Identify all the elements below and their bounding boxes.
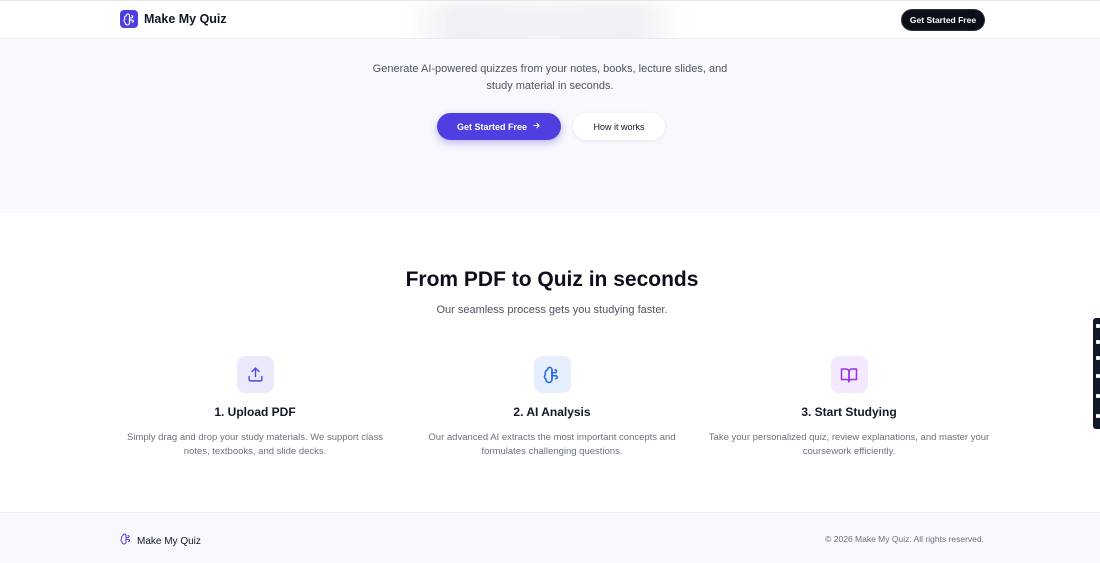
toolbar-icon[interactable] [1096,374,1100,378]
hero-get-started-button[interactable]: Get Started Free [437,113,561,140]
book-open-icon [830,356,868,393]
brain-logo-icon [120,10,138,28]
toolbar-icon[interactable] [1096,324,1100,328]
hero-subtitle: Generate AI-powered quizzes from your no… [372,63,728,92]
step-ai-analysis: 2. AI Analysis Our advanced AI extracts … [407,356,697,459]
step-description: Take your personalized quiz, review expl… [708,432,990,457]
top-navbar: Make My Quiz Get Started Free [0,0,1100,52]
brain-logo-icon [120,532,132,550]
toolbar-icon[interactable] [1096,340,1100,344]
step-start-studying: 3. Start Studying Take your personalized… [704,356,994,459]
copyright-text: © 2026 Make My Quiz. All rights reserved… [825,534,984,544]
step-upload: 1. Upload PDF Simply drag and drop your … [110,356,400,459]
brain-icon [533,356,571,393]
step-title: 1. Upload PDF [214,405,296,419]
floating-toolbar[interactable] [1093,318,1100,429]
footer-brand-link[interactable]: Make My Quiz [120,532,201,550]
toolbar-icon[interactable] [1096,356,1100,360]
hero-section: Generate AI-powered quizzes from your no… [0,39,1100,213]
brand-link[interactable]: Make My Quiz [120,10,227,28]
brand-name: Make My Quiz [144,12,227,26]
footer-brand-name: Make My Quiz [137,535,201,547]
upload-icon [236,356,274,393]
nav-get-started-button[interactable]: Get Started Free [902,10,984,30]
step-description: Simply drag and drop your study material… [127,432,383,457]
footer: Make My Quiz © 2026 Make My Quiz. All ri… [0,512,1100,563]
arrow-right-icon [532,121,541,132]
how-it-works-button[interactable]: How it works [573,113,665,140]
hero-get-started-label: Get Started Free [456,121,528,132]
toolbar-icon[interactable] [1096,394,1100,398]
step-title: 3. Start Studying [801,405,897,419]
step-title: 2. AI Analysis [513,405,591,419]
process-subtitle: Our seamless process gets you studying f… [436,304,668,316]
process-title: From PDF to Quiz in seconds [405,268,699,291]
step-description: Our advanced AI extracts the most import… [428,432,676,457]
toolbar-icon[interactable] [1096,414,1100,418]
